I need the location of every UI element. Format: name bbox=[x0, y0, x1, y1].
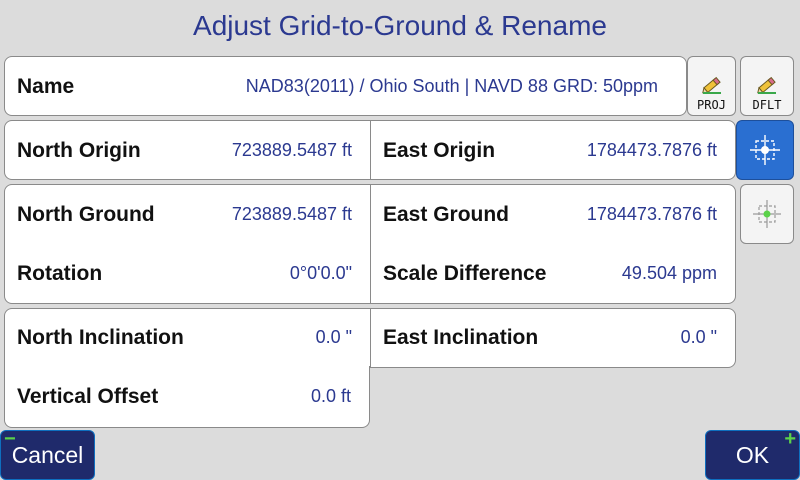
page-title: Adjust Grid-to-Ground & Rename bbox=[193, 10, 607, 41]
east-origin-value: 1784473.7876 ft bbox=[586, 140, 717, 160]
scale-difference-field[interactable]: Scale Difference 49.504 ppm bbox=[371, 245, 735, 303]
edit-pencil-icon bbox=[757, 76, 776, 94]
east-inclination-value: 0.0 " bbox=[680, 327, 717, 347]
name-value: NAD83(2011) / Ohio South | NAVD 88 GRD: … bbox=[245, 76, 658, 96]
name-row[interactable]: Name NAD83(2011) / Ohio South | NAVD 88 … bbox=[4, 56, 687, 116]
ok-button-label: OK bbox=[735, 441, 770, 468]
cancel-button-label: Cancel bbox=[11, 441, 84, 468]
minus-icon: − bbox=[4, 428, 16, 450]
scale-difference-label: Scale Difference bbox=[383, 262, 547, 285]
east-ground-value: 1784473.7876 ft bbox=[586, 204, 717, 224]
proj-button-label: PROJ bbox=[697, 98, 726, 112]
north-inclination-label: North Inclination bbox=[17, 326, 184, 349]
east-inclination-label: East Inclination bbox=[383, 326, 539, 349]
east-ground-label: East Ground bbox=[383, 203, 510, 226]
vertical-offset-value: 0.0 ft bbox=[310, 386, 351, 406]
cancel-button[interactable]: − Cancel bbox=[0, 428, 95, 480]
vertical-offset-field[interactable]: Vertical Offset 0.0 ft bbox=[4, 366, 370, 428]
north-origin-field[interactable]: North Origin 723889.5487 ft bbox=[5, 121, 370, 179]
plus-icon: + bbox=[784, 428, 796, 450]
north-origin-value: 723889.5487 ft bbox=[231, 140, 352, 160]
ground-panel: North Ground 723889.5487 ft East Ground … bbox=[4, 184, 736, 304]
north-inclination-field[interactable]: North Inclination 0.0 " bbox=[5, 309, 370, 367]
east-inclination-field[interactable]: East Inclination 0.0 " bbox=[371, 309, 735, 367]
crosshair-icon bbox=[753, 200, 781, 228]
ground-target-button[interactable] bbox=[740, 184, 794, 244]
north-inclination-value: 0.0 " bbox=[315, 327, 352, 347]
ok-button[interactable]: + OK bbox=[705, 428, 800, 480]
vertical-offset-label: Vertical Offset bbox=[17, 385, 159, 408]
inclination-panel: North Inclination 0.0 " East Inclination… bbox=[4, 308, 736, 368]
origin-row: North Origin 723889.5487 ft East Origin … bbox=[4, 120, 736, 180]
north-ground-label: North Ground bbox=[17, 203, 155, 226]
name-label: Name bbox=[17, 75, 75, 98]
edit-pencil-icon bbox=[701, 76, 721, 94]
scale-difference-value: 49.504 ppm bbox=[621, 263, 717, 283]
rotation-value: 0°0'0.0" bbox=[289, 263, 352, 283]
east-ground-field[interactable]: East Ground 1784473.7876 ft bbox=[371, 185, 735, 244]
crosshair-icon bbox=[750, 135, 780, 165]
east-origin-field[interactable]: East Origin 1784473.7876 ft bbox=[371, 121, 735, 179]
dflt-button[interactable]: DFLT bbox=[740, 56, 794, 116]
dflt-button-label: DFLT bbox=[752, 98, 782, 112]
north-ground-value: 723889.5487 ft bbox=[231, 204, 352, 224]
north-origin-label: North Origin bbox=[17, 139, 141, 162]
rotation-field[interactable]: Rotation 0°0'0.0" bbox=[5, 245, 370, 303]
north-ground-field[interactable]: North Ground 723889.5487 ft bbox=[5, 185, 370, 244]
rotation-label: Rotation bbox=[17, 262, 103, 285]
proj-button[interactable]: PROJ bbox=[687, 56, 736, 116]
east-origin-label: East Origin bbox=[383, 139, 496, 162]
origin-target-button[interactable] bbox=[736, 120, 794, 180]
